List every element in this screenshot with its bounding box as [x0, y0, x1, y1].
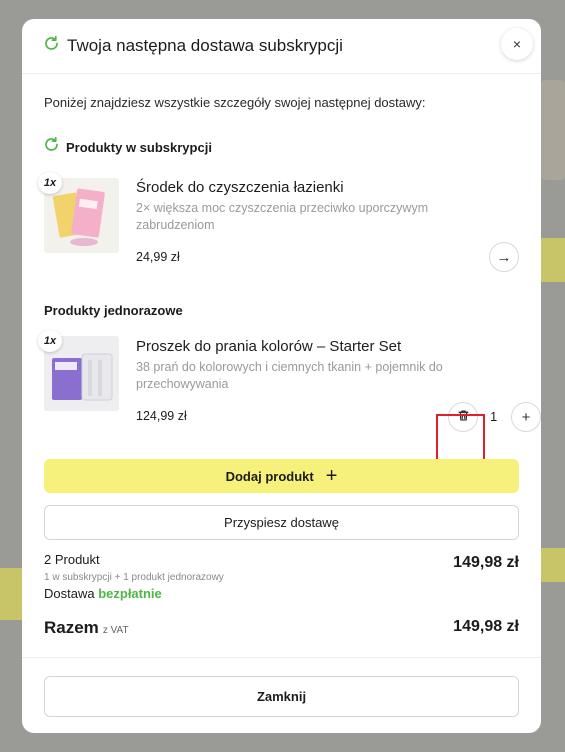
summary-product-count: 2 Produkt: [44, 552, 100, 567]
plus-icon: +: [325, 465, 338, 487]
product-name: Proszek do prania kolorów – Starter Set: [136, 338, 402, 355]
arrow-right-icon[interactable]: →: [489, 242, 519, 272]
background-banner: [541, 238, 565, 282]
modal-footer: Zamknij: [22, 657, 541, 733]
close-button[interactable]: Zamknij: [44, 676, 519, 717]
summary-subtotal: 149,98 zł: [453, 554, 519, 571]
subscription-modal: Twoja następna dostawa subskrypcji × Pon…: [22, 19, 541, 733]
plus-icon[interactable]: +: [511, 402, 541, 432]
background-banner: [541, 548, 565, 582]
product-price: 24,99 zł: [136, 250, 180, 264]
delivery-value: bezpłatnie: [98, 586, 162, 601]
speed-delivery-button[interactable]: Przyspiesz dostawę: [44, 505, 519, 540]
subscription-section-label: Produkty w subskrypcji: [66, 139, 212, 155]
subscription-section-heading: Produkty w subskrypcji: [43, 136, 212, 158]
background-banner: [0, 568, 22, 620]
quantity-value: 1: [490, 409, 498, 424]
delivery-info: Dostawa bezpłatnie: [44, 586, 162, 601]
subscription-product-item: 1x Środek do czyszczenia łazienki 2× wię…: [38, 172, 521, 272]
background-shape: [541, 80, 565, 180]
vat-note: z VAT: [102, 625, 129, 636]
onetime-section-label: Produkty jednorazowe: [44, 303, 183, 318]
product-description: 2× większa moc czyszczenia przeciwko upo…: [136, 201, 429, 232]
refresh-icon: [43, 136, 60, 158]
delivery-label: Dostawa: [44, 586, 95, 601]
product-description: 38 prań do kolorowych i ciemnych tkanin …: [136, 360, 443, 391]
product-name: Środek do czyszczenia łazienki: [136, 179, 344, 196]
quantity-badge: 1x: [38, 172, 62, 194]
summary-breakdown: 1 w subskrypcji + 1 produkt jednorazowy: [44, 572, 224, 583]
modal-title: Twoja następna dostawa subskrypcji: [67, 36, 343, 55]
modal-header: Twoja następna dostawa subskrypcji ×: [22, 19, 541, 74]
refresh-icon: [43, 35, 60, 57]
total-label-text: Razem: [44, 618, 99, 637]
product-price: 124,99 zł: [136, 409, 187, 423]
quantity-badge: 1x: [38, 330, 62, 352]
total-amount: 149,98 zł: [453, 618, 519, 635]
intro-text: Poniżej znajdziesz wszystkie szczegóły s…: [44, 95, 426, 110]
add-product-button[interactable]: Dodaj produkt +: [44, 459, 519, 493]
close-icon[interactable]: ×: [501, 28, 533, 60]
highlight-annotation: [436, 414, 485, 464]
total-label: Razem z VAT: [44, 618, 129, 638]
add-product-label: Dodaj produkt: [225, 468, 314, 484]
